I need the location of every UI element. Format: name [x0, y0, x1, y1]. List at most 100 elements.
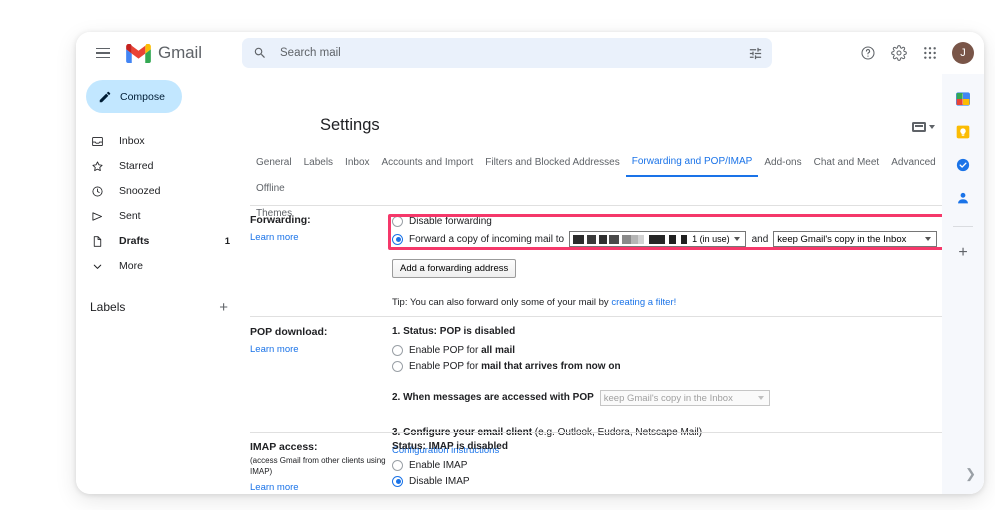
sidebar-item-sent[interactable]: Sent — [76, 205, 242, 227]
tab-forwarding-and-pop-imap[interactable]: Forwarding and POP/IMAP — [625, 150, 759, 177]
forwarding-tip-text: Tip: You can also forward only some of y… — [392, 297, 612, 308]
redacted-email-address — [573, 234, 688, 244]
help-question-icon[interactable] — [853, 38, 882, 67]
imap-options: Status: IMAP is disabled Enable IMAP Dis… — [392, 440, 937, 494]
forward-copy-option[interactable]: Forward a copy of incoming mail to 1 (in… — [392, 229, 937, 249]
gmail-brand-text: Gmail — [158, 43, 202, 62]
main-menu-icon[interactable] — [90, 40, 116, 66]
section-divider — [250, 316, 942, 317]
avatar[interactable]: J — [952, 41, 974, 64]
sidebar-label: More — [119, 260, 143, 272]
forward-copy-label: Forward a copy of incoming mail to — [409, 233, 565, 245]
forwarding-action-value: keep Gmail's copy in the Inbox — [777, 233, 907, 245]
search-options-tune-icon[interactable] — [741, 39, 769, 67]
imap-label: IMAP access: — [250, 441, 318, 453]
gmail-window: Gmail Search mail J Compose Inbox Starre… — [76, 32, 984, 494]
forwarding-label-column: Forwarding: Learn more — [250, 213, 392, 245]
star-icon — [90, 160, 105, 173]
google-calendar-icon[interactable] — [955, 90, 972, 107]
pop-options: 1. Status: POP is disabled Enable POP fo… — [392, 325, 937, 458]
pop-from-now-label: Enable POP for — [409, 360, 482, 372]
plus-icon[interactable]: + — [219, 300, 228, 315]
settings-panel: Settings General Labels Inbox Accounts a… — [242, 74, 955, 494]
forwarding-address-status: 1 (in use) — [692, 234, 730, 244]
tabs-divider — [250, 205, 942, 206]
gear-icon[interactable] — [884, 38, 913, 67]
imap-sublabel: (access Gmail from other clients using I… — [250, 456, 386, 476]
tab-offline[interactable]: Offline — [250, 177, 291, 202]
sidebar-item-snoozed[interactable]: Snoozed — [76, 180, 242, 202]
add-forwarding-address-button[interactable]: Add a forwarding address — [392, 259, 517, 278]
search-icon — [253, 46, 267, 60]
forward-copy-radio[interactable] — [392, 233, 403, 245]
pop-all-mail-option[interactable]: Enable POP for all mail — [392, 342, 937, 358]
sidebar-item-inbox[interactable]: Inbox — [76, 130, 242, 152]
gmail-m-logo-icon — [126, 43, 151, 63]
tab-labels[interactable]: Labels — [298, 151, 339, 176]
forwarding-label: Forwarding: — [250, 214, 311, 226]
tab-general[interactable]: General — [250, 151, 298, 176]
disable-forwarding-option[interactable]: Disable forwarding — [392, 213, 937, 229]
disable-imap-label: Disable IMAP — [409, 475, 470, 487]
forwarding-address-select[interactable]: 1 (in use) — [569, 231, 746, 247]
pop-label-column: POP download: Learn more — [250, 325, 392, 357]
google-keep-icon[interactable] — [955, 123, 972, 140]
labels-section-header: Labels + — [76, 295, 242, 319]
imap-label-column: IMAP access: (access Gmail from other cl… — [250, 440, 392, 494]
enable-imap-label: Enable IMAP — [409, 459, 468, 471]
tab-filters-and-blocked-addresses[interactable]: Filters and Blocked Addresses — [479, 151, 626, 176]
search-bar[interactable] — [242, 38, 772, 68]
disable-forwarding-radio[interactable] — [392, 215, 403, 227]
forwarding-action-select[interactable]: keep Gmail's copy in the Inbox — [773, 231, 937, 247]
google-apps-grid-icon[interactable] — [915, 38, 944, 67]
plus-icon[interactable]: + — [958, 245, 967, 261]
app-header: Gmail Search mail J — [76, 32, 984, 74]
tab-advanced[interactable]: Advanced — [885, 151, 941, 176]
tab-accounts-and-import[interactable]: Accounts and Import — [376, 151, 480, 176]
sidebar-nav: Inbox Starred Snoozed Sent Drafts 1 More — [76, 130, 242, 277]
imap-status: Status: IMAP is disabled — [392, 441, 508, 452]
sidebar-count: 1 — [224, 235, 230, 247]
pencil-icon — [98, 90, 112, 104]
compose-button[interactable]: Compose — [86, 80, 182, 113]
labels-heading: Labels — [90, 300, 126, 314]
compose-label: Compose — [120, 90, 165, 103]
sidebar-item-drafts[interactable]: Drafts 1 — [76, 230, 242, 252]
disable-imap-radio[interactable] — [392, 475, 403, 487]
tab-chat-and-meet[interactable]: Chat and Meet — [808, 151, 886, 176]
send-icon — [90, 210, 105, 223]
display-density-icon[interactable] — [912, 122, 935, 132]
pop-from-now-option[interactable]: Enable POP for mail that arrives from no… — [392, 358, 937, 374]
pop-from-now-radio[interactable] — [392, 360, 403, 372]
sidebar-item-more[interactable]: More — [76, 255, 242, 277]
page-title: Settings — [320, 116, 380, 134]
sidebar-label: Drafts — [119, 235, 150, 247]
enable-imap-option[interactable]: Enable IMAP — [392, 457, 937, 473]
pop-learn-more-link[interactable]: Learn more — [250, 344, 299, 355]
sidebar-item-starred[interactable]: Starred — [76, 155, 242, 177]
tab-add-ons[interactable]: Add-ons — [758, 151, 807, 176]
pop-all-mail-emphasis: all mail — [481, 344, 515, 356]
clock-icon — [90, 185, 105, 198]
creating-a-filter-link[interactable]: creating a filter! — [611, 297, 676, 308]
imap-learn-more-link[interactable]: Learn more — [250, 482, 299, 493]
tab-inbox[interactable]: Inbox — [339, 151, 375, 176]
disable-imap-option[interactable]: Disable IMAP — [392, 473, 937, 489]
rail-divider — [953, 226, 973, 227]
chevron-down-icon — [733, 237, 740, 241]
pop-all-mail-label: Enable POP for — [409, 344, 482, 356]
chevron-right-icon[interactable]: ❯ — [965, 466, 976, 482]
chevron-down-icon — [90, 260, 105, 273]
pop-all-mail-radio[interactable] — [392, 344, 403, 356]
google-tasks-icon[interactable] — [955, 156, 972, 173]
gmail-logo[interactable]: Gmail — [126, 43, 202, 63]
sidebar-label: Starred — [119, 160, 154, 172]
google-contacts-icon[interactable] — [955, 189, 972, 206]
enable-imap-radio[interactable] — [392, 459, 403, 471]
forwarding-learn-more-link[interactable]: Learn more — [250, 232, 299, 243]
header-actions: J — [853, 38, 974, 67]
search-input[interactable] — [278, 46, 741, 60]
main-content: Settings General Labels Inbox Accounts a… — [242, 74, 984, 494]
pop-access-action-select: keep Gmail's copy in the Inbox — [599, 390, 770, 406]
forwarding-options: Disable forwarding Forward a copy of inc… — [392, 213, 937, 310]
